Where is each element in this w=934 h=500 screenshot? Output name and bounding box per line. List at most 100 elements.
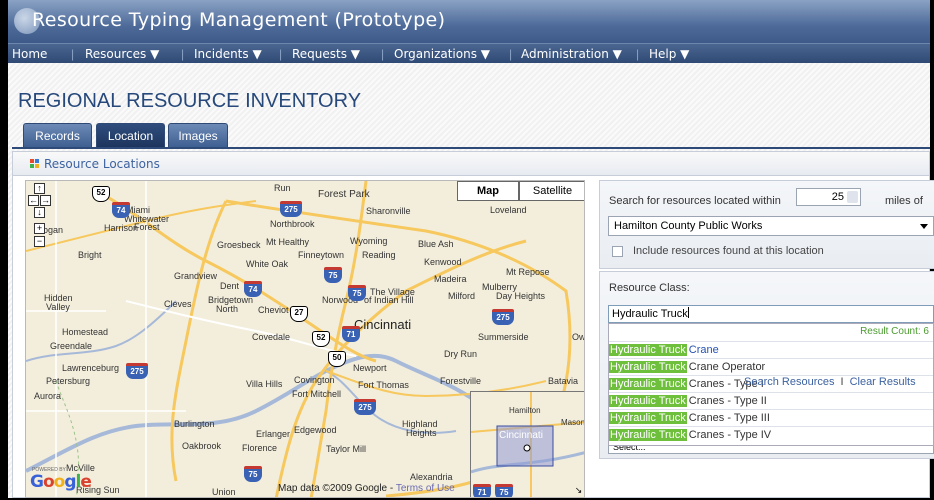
map-label: Homestead xyxy=(62,327,109,337)
overview-map[interactable]: Hamilton Mason Cincinnati 71 75 ↘ xyxy=(470,391,584,497)
highway-shield: 75 xyxy=(495,484,513,497)
search-resources-link[interactable]: Search Resources xyxy=(744,376,835,388)
menu-organizations[interactable]: Organizations ▼ xyxy=(394,47,490,61)
map-attribution: Map data ©2009 Google - Terms of Use xyxy=(278,483,455,494)
match-highlight: Hydraulic Truck xyxy=(609,412,687,424)
include-location-label: Include resources found at this location xyxy=(633,245,824,257)
map-label: Forest Park xyxy=(318,189,370,200)
miles-stepper[interactable]: 25 xyxy=(796,188,861,206)
tab-location[interactable]: Location xyxy=(96,123,165,147)
collapse-overview-icon[interactable]: ↘ xyxy=(573,486,584,497)
action-separator: I xyxy=(840,376,844,388)
menu-separator: | xyxy=(509,47,513,61)
map-label: North xyxy=(216,304,239,314)
zoom-in-icon[interactable]: + xyxy=(34,223,45,234)
menu-incidents[interactable]: Incidents ▼ xyxy=(194,47,262,61)
google-logo: Google xyxy=(30,472,92,492)
autocomplete-option[interactable]: Hydraulic Truck Cranes - Type IV xyxy=(609,426,933,443)
menu-requests[interactable]: Requests ▼ xyxy=(292,47,360,61)
pan-right-icon[interactable]: → xyxy=(40,195,51,206)
map-label: Villa Hills xyxy=(246,379,283,389)
resource-class-box: Resource Class: Hydraulic Truck Select..… xyxy=(599,271,934,459)
highway-shield: 50 xyxy=(328,351,346,367)
menu-separator: | xyxy=(636,47,640,61)
highway-shield: 275 xyxy=(492,309,514,325)
highway-shield: 74 xyxy=(112,202,130,218)
menu-separator: | xyxy=(279,47,283,61)
zoom-out-icon[interactable]: − xyxy=(34,236,45,247)
autocomplete-option[interactable]: Hydraulic Truck Cranes - Type III xyxy=(609,409,933,426)
map-label: Taylor Mill xyxy=(326,444,367,454)
map-label: Summerside xyxy=(478,332,529,342)
miles-of-label: miles of xyxy=(885,195,923,207)
highway-shield: 75 xyxy=(324,267,342,283)
menu-help[interactable]: Help ▼ xyxy=(649,47,689,61)
map-label: Valley xyxy=(46,302,70,312)
map-label: Finneytown xyxy=(298,250,345,260)
menu-home[interactable]: Home xyxy=(12,47,47,61)
tab-underline xyxy=(12,147,930,149)
main-menu: Home | Resources ▼ | Incidents ▼ | Reque… xyxy=(8,43,930,63)
spinner-icon[interactable] xyxy=(847,191,858,203)
result-count: Result Count: 6 xyxy=(860,326,929,337)
match-highlight: Hydraulic Truck xyxy=(609,395,687,407)
autocomplete-option[interactable]: Hydraulic Truck Cranes - Type II xyxy=(609,392,933,409)
option-text: Crane xyxy=(688,344,719,356)
map-label: Burlington xyxy=(174,419,215,429)
clear-results-link[interactable]: Clear Results xyxy=(850,376,916,388)
match-highlight: Hydraulic Truck xyxy=(609,361,687,373)
map-label: Oakbrook xyxy=(182,441,222,451)
map-type-map-button[interactable]: Map xyxy=(457,181,519,201)
highway-shield: 27 xyxy=(290,306,308,322)
pan-left-icon[interactable]: ← xyxy=(28,195,39,206)
menu-separator: | xyxy=(181,47,185,61)
chevron-down-icon xyxy=(920,224,928,229)
miles-value: 25 xyxy=(831,191,844,203)
resource-class-input[interactable]: Hydraulic Truck xyxy=(608,305,934,323)
map-label-city: Cincinnati xyxy=(354,317,412,332)
map-label: Kenwood xyxy=(424,257,462,267)
map-label: Sharonville xyxy=(366,206,411,216)
highway-shield: 75 xyxy=(348,285,366,301)
map-canvas[interactable]: Run Forest Park Sharonville Loveland Mia… xyxy=(25,180,585,498)
menu-separator: | xyxy=(71,47,75,61)
map-label: Newport xyxy=(353,363,387,373)
menu-administration[interactable]: Administration ▼ xyxy=(521,47,622,61)
map-label: Batavia xyxy=(548,376,579,386)
highway-shield: 74 xyxy=(244,281,262,297)
text-cursor xyxy=(687,307,689,318)
include-location-checkbox[interactable] xyxy=(612,246,623,257)
highway-shield: 71 xyxy=(473,484,491,497)
title-bar: Resource Typing Management (Prototype) xyxy=(8,0,930,43)
highway-shield: 275 xyxy=(126,363,148,379)
map-label: Heights xyxy=(406,428,437,438)
map-type-satellite-button[interactable]: Satellite xyxy=(519,181,584,201)
content-area: REGIONAL RESOURCE INVENTORY Records Loca… xyxy=(8,63,934,498)
search-prefix-label: Search for resources located within xyxy=(609,195,781,207)
terms-of-use-link[interactable]: Terms of Use xyxy=(396,483,455,494)
tab-images[interactable]: Images xyxy=(168,123,228,147)
map-label: Blue Ash xyxy=(418,239,454,249)
autocomplete-option[interactable]: Hydraulic Truck Crane Operator xyxy=(609,358,933,375)
panel-title: Resource Locations xyxy=(44,157,160,171)
tab-records[interactable]: Records xyxy=(23,123,92,147)
menu-resources[interactable]: Resources ▼ xyxy=(85,47,159,61)
map-label: Covington xyxy=(294,375,335,385)
map-label: Grandview xyxy=(174,271,218,281)
option-text: Cranes - Type III xyxy=(688,412,770,424)
map-label: Union xyxy=(212,487,236,497)
resource-locations-panel: Resource Locations Run Forest Park Sharo… xyxy=(12,151,934,498)
autocomplete-option[interactable]: Hydraulic Truck Crane xyxy=(609,341,933,358)
page-title: REGIONAL RESOURCE INVENTORY xyxy=(18,90,362,112)
location-select[interactable]: Hamilton County Public Works xyxy=(608,216,934,236)
pan-down-icon[interactable]: ↓ xyxy=(34,207,45,218)
map-label: Fort Thomas xyxy=(358,380,409,390)
menu-separator: | xyxy=(381,47,385,61)
resource-class-input-value: Hydraulic Truck xyxy=(612,308,688,320)
map-label: Loveland xyxy=(490,205,527,215)
map-label: of Indian Hill xyxy=(364,295,414,305)
map-label: Forestville xyxy=(440,376,482,386)
highway-shield: 52 xyxy=(92,186,110,202)
pan-up-icon[interactable]: ↑ xyxy=(34,183,45,194)
highway-shield: 275 xyxy=(280,201,302,217)
